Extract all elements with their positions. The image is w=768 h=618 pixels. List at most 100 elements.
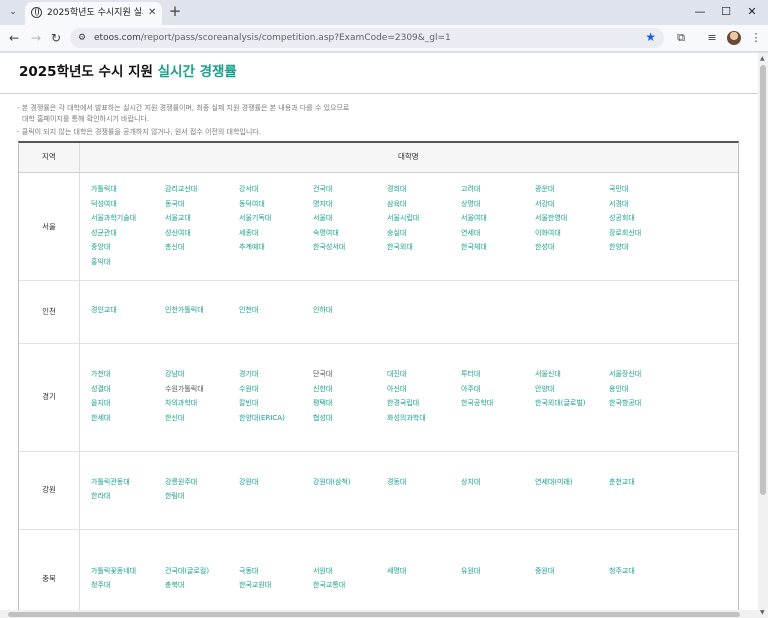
university-link[interactable]: 장로회신대 xyxy=(609,229,641,238)
university-link[interactable]: 서울장신대 xyxy=(609,370,641,379)
horizontal-scrollbar[interactable] xyxy=(0,610,758,618)
university-link[interactable]: 상명대 xyxy=(461,200,480,209)
university-link[interactable]: 명지대 xyxy=(313,200,332,209)
university-link[interactable]: 한국외대 xyxy=(387,243,413,252)
maximize-button[interactable]: ☐ xyxy=(714,3,738,20)
university-link[interactable]: 경희대 xyxy=(387,185,406,194)
university-link[interactable]: 인천가톨릭대 xyxy=(165,306,204,315)
horizontal-scroll-thumb[interactable] xyxy=(8,612,740,617)
university-link[interactable]: 서울과학기술대 xyxy=(91,214,136,223)
university-link[interactable]: 서울한영대 xyxy=(535,214,567,223)
university-link[interactable]: 동덕여대 xyxy=(239,200,265,209)
university-link[interactable]: 강원대 xyxy=(239,478,258,487)
university-link[interactable]: 서울시립대 xyxy=(387,214,419,223)
university-link[interactable]: 칼빈대 xyxy=(239,399,258,408)
university-link[interactable]: 가톨릭꽃동네대 xyxy=(91,567,136,576)
university-link[interactable]: 감리교신대 xyxy=(165,185,197,194)
university-link[interactable]: 서울기독대 xyxy=(239,214,271,223)
university-link[interactable]: 서원대 xyxy=(313,567,332,576)
minimize-button[interactable]: — xyxy=(688,3,712,20)
university-link[interactable]: 서강대 xyxy=(535,200,554,209)
university-link[interactable]: 서울대 xyxy=(313,214,332,223)
university-link[interactable]: 경인교대 xyxy=(91,306,117,315)
university-link[interactable]: 한성대 xyxy=(535,243,554,252)
university-link[interactable]: 한국성서대 xyxy=(313,243,345,252)
university-link[interactable]: 중원대 xyxy=(535,567,554,576)
new-tab-button[interactable]: + xyxy=(166,3,184,20)
kebab-menu-icon[interactable]: ⋮ xyxy=(748,30,764,46)
university-link[interactable]: 서울여대 xyxy=(461,214,487,223)
university-link[interactable]: 한경국립대 xyxy=(387,399,419,408)
university-link[interactable]: 충북대 xyxy=(165,581,184,590)
university-link[interactable]: 인천대 xyxy=(239,306,258,315)
university-link[interactable]: 가톨릭대 xyxy=(91,185,117,194)
forward-arrow-icon[interactable]: → xyxy=(28,30,44,46)
university-link[interactable]: 건국대(글로컬) xyxy=(165,567,209,576)
star-icon[interactable]: ★ xyxy=(645,30,656,45)
university-link[interactable]: 국민대 xyxy=(609,185,628,194)
university-link[interactable]: 총신대 xyxy=(165,243,184,252)
university-link[interactable]: 루터대 xyxy=(461,370,480,379)
university-link[interactable]: 협성대 xyxy=(313,414,332,423)
university-link[interactable]: 한국항공대 xyxy=(609,399,641,408)
university-link[interactable]: 수원대 xyxy=(239,385,258,394)
university-link[interactable]: 한림대 xyxy=(165,492,184,501)
address-bar[interactable]: ⚙ etoos.com/report/pass/scoreanalysis/co… xyxy=(70,28,664,48)
university-link[interactable]: 상지대 xyxy=(461,478,480,487)
reload-icon[interactable]: ↻ xyxy=(48,30,64,46)
university-link[interactable]: 이화여대 xyxy=(535,229,561,238)
university-link[interactable]: 한양대(ERICA) xyxy=(239,414,285,423)
university-link[interactable]: 평택대 xyxy=(313,399,332,408)
university-link[interactable]: 강남대 xyxy=(165,370,184,379)
university-link[interactable]: 삼육대 xyxy=(387,200,406,209)
university-link[interactable]: 한국교통대 xyxy=(313,581,345,590)
university-link[interactable]: 광운대 xyxy=(535,185,554,194)
university-link[interactable]: 숙명여대 xyxy=(313,229,339,238)
university-link[interactable]: 한국체대 xyxy=(461,243,487,252)
university-link[interactable]: 신한대 xyxy=(313,385,332,394)
scroll-down-arrow-icon[interactable]: ▼ xyxy=(760,609,765,616)
university-link[interactable]: 극동대 xyxy=(239,567,258,576)
university-link[interactable]: 건국대 xyxy=(313,185,332,194)
university-link[interactable]: 유원대 xyxy=(461,567,480,576)
university-link[interactable]: 세종대 xyxy=(239,229,258,238)
university-link[interactable]: 가톨릭관동대 xyxy=(91,478,130,487)
university-link[interactable]: 한국외대(글로벌) xyxy=(535,399,586,408)
university-link[interactable]: 경동대 xyxy=(387,478,406,487)
university-link[interactable]: 홍익대 xyxy=(91,258,110,267)
university-link[interactable]: 한라대 xyxy=(91,492,110,501)
university-link[interactable]: 성균관대 xyxy=(91,229,117,238)
university-link[interactable]: 중앙대 xyxy=(91,243,110,252)
university-link[interactable]: 을지대 xyxy=(91,399,110,408)
university-link[interactable]: 강릉원주대 xyxy=(165,478,197,487)
university-link[interactable]: 가천대 xyxy=(91,370,110,379)
university-link[interactable]: 강서대 xyxy=(239,185,258,194)
university-link[interactable]: 한국공학대 xyxy=(461,399,493,408)
avatar[interactable] xyxy=(727,31,741,45)
university-link[interactable]: 안양대 xyxy=(535,385,554,394)
scroll-up-arrow-icon[interactable]: ▲ xyxy=(760,55,765,62)
university-link[interactable]: 성결대 xyxy=(91,385,110,394)
media-icon[interactable]: ≡ xyxy=(704,30,720,46)
university-link[interactable]: 대진대 xyxy=(387,370,406,379)
university-link[interactable]: 인하대 xyxy=(313,306,332,315)
university-link[interactable]: 동국대 xyxy=(165,200,184,209)
university-link[interactable]: 춘천교대 xyxy=(609,478,635,487)
close-window-button[interactable]: ✕ xyxy=(740,3,764,20)
university-link[interactable]: 화성의과학대 xyxy=(387,414,426,423)
university-link[interactable]: 한국교원대 xyxy=(239,581,271,590)
university-link[interactable]: 고려대 xyxy=(461,185,480,194)
browser-tab[interactable]: 2025학년도 수시지원 실시간 경 ✕ xyxy=(25,2,162,25)
university-link[interactable]: 한신대 xyxy=(165,414,184,423)
university-link[interactable]: 세명대 xyxy=(387,567,406,576)
university-link[interactable]: 청주교대 xyxy=(609,567,635,576)
back-arrow-icon[interactable]: ← xyxy=(6,30,22,46)
university-link[interactable]: 용인대 xyxy=(609,385,628,394)
university-link[interactable]: 성공회대 xyxy=(609,214,635,223)
university-link[interactable]: 차의과학대 xyxy=(165,399,197,408)
university-link[interactable]: 연세대 xyxy=(461,229,480,238)
extensions-icon[interactable]: ⧉ xyxy=(673,30,689,46)
university-link[interactable]: 숭실대 xyxy=(387,229,406,238)
university-link[interactable]: 성신여대 xyxy=(165,229,191,238)
tab-search-icon[interactable]: ⌄ xyxy=(5,4,21,20)
